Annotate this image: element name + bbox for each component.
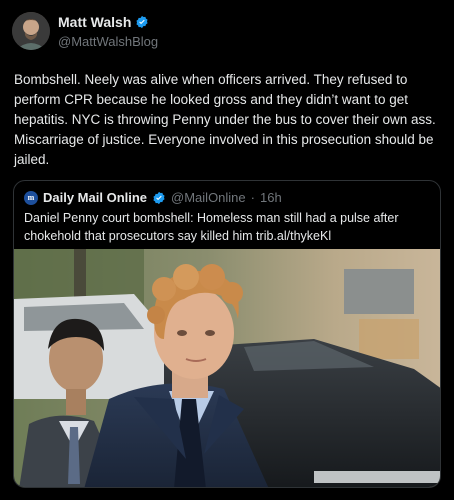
author-name[interactable]: Matt Walsh [58, 14, 131, 30]
quoted-tweet-header: m Daily Mail Online @MailOnline · 16h [24, 190, 282, 205]
tweet-text: Bombshell. Neely was alive when officers… [14, 72, 436, 167]
avatar-portrait [12, 12, 50, 50]
quoted-tweet-text: Daniel Penny court bombshell: Homeless m… [24, 211, 399, 243]
quoted-tweet-photo[interactable] [14, 249, 440, 487]
quoted-author-name[interactable]: Daily Mail Online [43, 190, 147, 205]
verified-badge-icon [153, 191, 165, 204]
tweet-card: Matt Walsh @MattWalshBlog Bombshell. Nee… [0, 0, 454, 500]
verified-badge-icon [136, 15, 148, 29]
author-name-row[interactable]: Matt Walsh [58, 14, 149, 30]
courthouse-street-photo [14, 249, 440, 487]
author-block: Matt Walsh @MattWalshBlog [58, 14, 158, 49]
quoted-timestamp[interactable]: 16h [260, 190, 282, 205]
meta-separator: · [250, 190, 255, 205]
author-handle[interactable]: @MattWalshBlog [58, 34, 158, 49]
author-avatar[interactable] [12, 12, 50, 50]
quoted-author-handle[interactable]: @MailOnline [171, 190, 246, 205]
daily-mail-logo-icon: m [24, 190, 38, 205]
quoted-tweet[interactable]: m Daily Mail Online @MailOnline · 16h Da… [13, 180, 441, 488]
